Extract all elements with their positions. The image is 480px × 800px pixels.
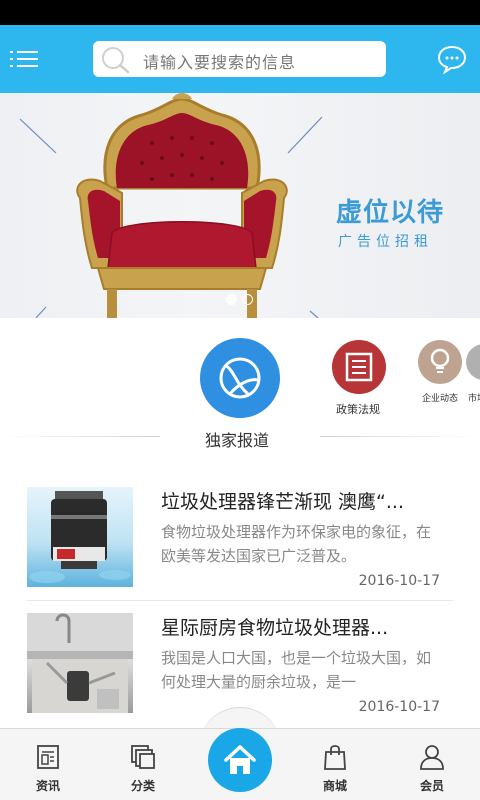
lightbulb-icon xyxy=(430,348,450,373)
category-company-label: 企业动态 xyxy=(422,394,459,404)
banner-subtitle: 广告位招租 xyxy=(338,234,433,250)
carousel-indicator xyxy=(226,294,258,306)
category-policy-label: 政策法规 xyxy=(336,403,380,416)
document-icon xyxy=(345,352,373,382)
tab-home[interactable] xyxy=(208,728,272,792)
category-market-label: 市场 xyxy=(468,394,480,404)
status-bar xyxy=(0,0,480,25)
category-featured[interactable] xyxy=(200,338,280,418)
carousel-dot[interactable] xyxy=(242,294,253,305)
divider xyxy=(0,436,160,437)
tab-shop-label: 商城 xyxy=(322,779,347,793)
banner-title: 虚位以待 xyxy=(336,198,445,228)
banner-carousel[interactable]: 虚位以待 广告位招租 xyxy=(0,93,480,318)
news-summary: 食物垃圾处理器作为环保家电的象征，在欧美等发达国家已广泛普及。 xyxy=(161,523,432,565)
news-thumbnail xyxy=(27,613,133,713)
tab-news-label: 资讯 xyxy=(35,779,60,793)
search-placeholder: 请输入要搜索的信息 xyxy=(143,53,297,72)
category-market-badge xyxy=(466,344,480,380)
news-thumbnail xyxy=(27,487,133,587)
section-header: 独家报道 xyxy=(0,420,480,454)
news-title[interactable]: 垃圾处理器锋芒渐现 澳鹰“... xyxy=(161,487,451,514)
menu-icon[interactable] xyxy=(10,43,42,75)
kitchen-sink-image xyxy=(27,613,133,713)
category-company[interactable]: 企业动态 xyxy=(414,340,470,420)
tab-news[interactable]: 资讯 xyxy=(8,729,88,800)
disposer-image xyxy=(29,491,131,583)
news-title[interactable]: 星际厨房食物垃圾处理器... xyxy=(161,613,451,640)
category-policy[interactable]: 政策法规 xyxy=(320,340,400,420)
list-item[interactable]: 垃圾处理器锋芒渐现 澳鹰“... 食物垃圾处理器作为环保家电的象征，在欧美等发达… xyxy=(0,487,480,607)
tab-member[interactable]: 会员 xyxy=(392,729,472,800)
divider xyxy=(320,436,480,437)
news-icon xyxy=(37,745,59,769)
tab-category[interactable]: 分类 xyxy=(103,729,183,800)
news-date: 2016-10-17 xyxy=(358,573,440,589)
user-icon xyxy=(420,745,444,770)
home-icon xyxy=(224,745,256,774)
category-company-badge xyxy=(418,340,462,384)
search-icon xyxy=(102,47,130,74)
category-icon xyxy=(131,745,155,769)
divider xyxy=(27,600,453,601)
app-header: 请输入要搜索的信息 xyxy=(0,25,480,93)
armchair-image xyxy=(76,93,288,318)
tab-shop[interactable]: 商城 xyxy=(295,729,375,800)
basketball-icon xyxy=(219,357,261,399)
section-title: 独家报道 xyxy=(205,431,270,450)
carousel-dot[interactable] xyxy=(226,294,237,305)
news-date: 2016-10-17 xyxy=(358,699,440,715)
shopping-bag-icon xyxy=(324,745,346,770)
tab-member-label: 会员 xyxy=(419,779,444,793)
category-policy-badge xyxy=(332,340,386,394)
message-icon[interactable] xyxy=(436,44,468,74)
category-row: 政策法规 企业动态 市场 xyxy=(0,320,480,430)
search-input[interactable]: 请输入要搜索的信息 xyxy=(93,41,386,77)
category-market[interactable]: 市场 xyxy=(464,340,480,420)
tab-category-label: 分类 xyxy=(130,779,155,793)
news-summary: 我国是人口大国，也是一个垃圾大国，如何处理大量的厨余垃圾，是一 xyxy=(161,649,432,691)
